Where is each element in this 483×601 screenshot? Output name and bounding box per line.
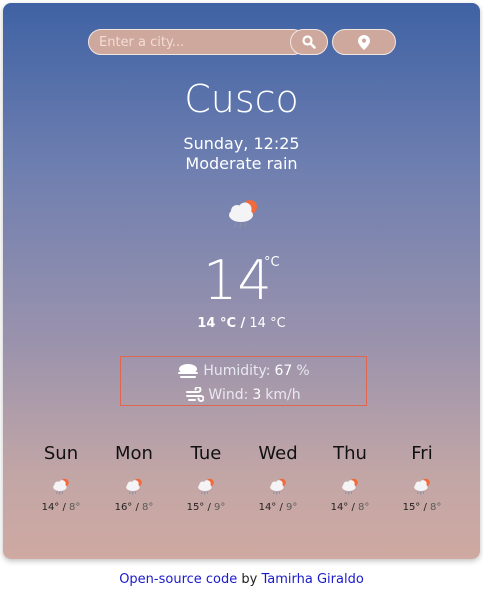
humidity-value: 67: [274, 363, 293, 379]
forecast-min: 9°: [214, 502, 226, 513]
forecast-max: 16° /: [114, 502, 139, 513]
forecast-day: Mon 16° / 8°: [98, 443, 170, 513]
high-low: 14 °C / 14 °C: [3, 316, 480, 331]
rain-cloud-sun-icon: [386, 476, 458, 496]
humidity-row: Humidity: 67 %: [121, 361, 366, 381]
rain-cloud-sun-icon: [224, 195, 262, 235]
forecast-temps: 14° / 8°: [314, 502, 386, 513]
forecast-day-name: Tue: [190, 443, 222, 464]
humidity-label: Humidity:: [203, 363, 271, 379]
forecast-day: Tue 15° / 9°: [170, 443, 242, 513]
city-search-input[interactable]: [88, 29, 306, 55]
forecast-max: 15° /: [186, 502, 211, 513]
forecast-min: 9°: [286, 502, 298, 513]
forecast-temps: 14° / 9°: [242, 502, 314, 513]
rain-cloud-sun-icon: [242, 476, 314, 496]
high-temp: 14 °C /: [197, 316, 246, 331]
current-conditions: Sunday, 12:25 Moderate rain: [3, 134, 480, 174]
forecast-day: Wed 14° / 9°: [242, 443, 314, 513]
rain-cloud-sun-icon: [25, 476, 97, 496]
forecast-day-name: Fri: [411, 443, 433, 464]
wind-icon: [186, 387, 205, 402]
forecast-temps: 14° / 8°: [25, 502, 97, 513]
forecast-min: 8°: [142, 502, 154, 513]
forecast-day-name: Mon: [115, 443, 153, 464]
mist-icon: [178, 364, 199, 378]
forecast-day-name: Thu: [333, 443, 367, 464]
search-icon: [302, 35, 316, 49]
current-location-button[interactable]: [332, 29, 396, 55]
author-link[interactable]: Tamirha Giraldo: [262, 572, 364, 587]
source-code-link[interactable]: Open-source code: [119, 572, 237, 587]
temperature-block: 14 °C: [3, 249, 480, 313]
city-name: Cusco: [184, 77, 299, 121]
temperature-unit: °C: [264, 255, 280, 270]
low-temp: 14 °C: [249, 316, 286, 331]
forecast-temps: 15° / 8°: [386, 502, 458, 513]
wind-value: 3: [252, 387, 262, 403]
forecast-temps: 15° / 9°: [170, 502, 242, 513]
forecast-max: 14° /: [330, 502, 355, 513]
forecast-min: 8°: [430, 502, 442, 513]
forecast-max: 15° /: [402, 502, 427, 513]
footer: Open-source code by Tamirha Giraldo: [0, 572, 483, 587]
weather-description: Moderate rain: [185, 154, 298, 173]
forecast-min: 8°: [358, 502, 370, 513]
forecast-temps: 16° / 8°: [98, 502, 170, 513]
location-pin-icon: [358, 34, 370, 50]
forecast-day: Fri 15° / 8°: [386, 443, 458, 513]
weather-card: Cusco Sunday, 12:25 Moderate rain 14 °C …: [3, 3, 480, 559]
temperature-value: 14: [203, 249, 272, 312]
rain-cloud-sun-icon: [170, 476, 242, 496]
humidity-unit: %: [296, 363, 310, 379]
wind-row: Wind: 3 km/h: [121, 385, 366, 405]
forecast-max: 14° /: [258, 502, 283, 513]
date-time: Sunday, 12:25: [183, 134, 300, 153]
wind-label: Wind:: [208, 387, 249, 403]
rain-cloud-sun-icon: [314, 476, 386, 496]
forecast-day-name: Wed: [258, 443, 298, 464]
forecast-max: 14° /: [41, 502, 66, 513]
search-form: [3, 29, 480, 57]
rain-cloud-sun-icon: [98, 476, 170, 496]
forecast-min: 8°: [69, 502, 81, 513]
forecast-day: Sun 14° / 8°: [25, 443, 97, 513]
weather-details: Humidity: 67 % Wind: 3 km/h: [120, 356, 367, 406]
search-button[interactable]: [290, 29, 328, 55]
footer-by: by: [241, 572, 258, 587]
forecast-day-name: Sun: [43, 443, 79, 464]
wind-unit: km/h: [265, 387, 301, 403]
forecast-day: Thu 14° / 8°: [314, 443, 386, 513]
